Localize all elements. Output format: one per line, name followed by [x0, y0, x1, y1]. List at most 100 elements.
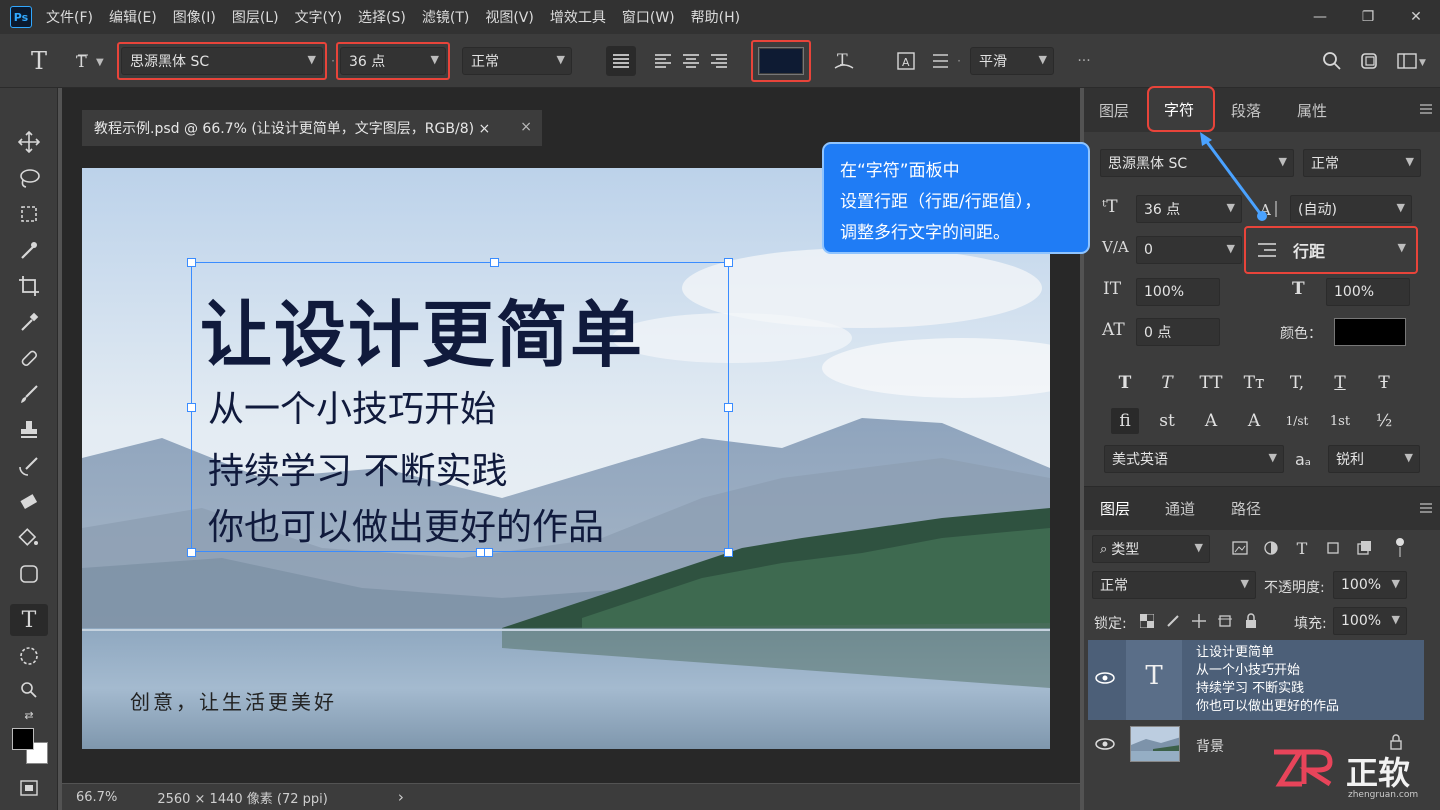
all-caps-button[interactable]: TT [1197, 370, 1225, 396]
text-orientation-icon[interactable]: T ▼ [72, 48, 112, 74]
lock-image-icon[interactable] [1164, 611, 1182, 631]
opacity-field[interactable]: 100% ▼ [1333, 571, 1407, 599]
underline-button[interactable]: T [1326, 370, 1354, 396]
more-options-icon[interactable]: ··· [1070, 46, 1098, 76]
background-layer-name[interactable]: 背景 [1196, 736, 1224, 756]
char-kerning[interactable]: 0 ▼ [1136, 236, 1242, 264]
resize-handle[interactable] [724, 548, 733, 557]
resize-handle[interactable] [187, 403, 196, 412]
tab-layers[interactable]: 图层 [1099, 100, 1129, 121]
font-style-dropdown[interactable]: 正常 ▼ [462, 47, 572, 75]
filter-toggle-icon[interactable] [1392, 536, 1408, 560]
move-tool-icon[interactable] [10, 126, 48, 158]
resize-handle[interactable] [484, 548, 493, 557]
eraser-tool-icon[interactable] [10, 486, 48, 518]
quick-select-tool-icon[interactable] [10, 234, 48, 266]
filter-smart-object-icon[interactable] [1354, 538, 1374, 558]
filter-type-icon[interactable]: T [1292, 538, 1312, 558]
resize-handle[interactable] [187, 258, 196, 267]
menu-help[interactable]: 帮助(H) [691, 7, 740, 27]
foreground-color-swatch[interactable] [12, 728, 34, 750]
char-horizontal-scale[interactable]: 100% [1326, 278, 1410, 306]
fill-field[interactable]: 100% ▼ [1333, 607, 1407, 635]
document-tab[interactable]: 教程示例.psd @ 66.7% (让设计更简单，文字图层，RGB/8) × × [82, 110, 542, 146]
char-baseline-shift[interactable]: 0 点 [1136, 318, 1220, 346]
type-tool-icon[interactable]: T [10, 604, 48, 636]
tab-layers-panel[interactable]: 图层 [1100, 498, 1130, 519]
minimize-button[interactable]: — [1296, 0, 1344, 34]
object-select-tool-icon[interactable] [10, 198, 48, 230]
zoom-tool-icon[interactable] [10, 674, 48, 706]
char-leading[interactable]: (自动) ▼ [1290, 195, 1412, 223]
layer-filter-dropdown[interactable]: ⌕ 类型 ▼ [1092, 535, 1210, 563]
menu-plugins[interactable]: 增效工具 [550, 7, 606, 27]
layers-panel-menu-icon[interactable] [1418, 499, 1434, 517]
menu-select[interactable]: 选择(S) [358, 7, 406, 27]
menu-edit[interactable]: 编辑(E) [109, 7, 157, 27]
swash-button[interactable]: A [1240, 408, 1268, 434]
align-center-icon[interactable] [678, 46, 704, 76]
resize-handle[interactable] [490, 258, 499, 267]
text-layer-name[interactable]: 让设计更简单 从一个小技巧开始 持续学习 不断实践 你也可以做出更好的作品 [1196, 644, 1339, 716]
resize-handle[interactable] [187, 548, 196, 557]
status-arrow-icon[interactable]: › [398, 788, 404, 806]
fractions-button[interactable]: ½ [1370, 408, 1398, 434]
filter-pixel-icon[interactable] [1230, 538, 1250, 558]
language-dropdown[interactable]: 美式英语 ▼ [1104, 445, 1284, 473]
char-antialias-dropdown[interactable]: 锐利 ▼ [1328, 445, 1420, 473]
panel-menu-icon[interactable] [1418, 100, 1434, 118]
menu-image[interactable]: 图像(I) [173, 7, 216, 27]
strikethrough-button[interactable]: Ŧ [1370, 370, 1398, 396]
paragraph-panel-toggle-icon[interactable] [926, 46, 954, 76]
healing-brush-tool-icon[interactable] [10, 342, 48, 374]
clone-stamp-tool-icon[interactable] [10, 414, 48, 446]
workspace-icon[interactable]: ▼ [1394, 46, 1428, 76]
resize-handle[interactable] [724, 403, 733, 412]
menu-view[interactable]: 视图(V) [485, 7, 534, 27]
resize-handle[interactable] [724, 258, 733, 267]
ordinals-button[interactable]: 1st [1326, 408, 1354, 434]
character-panel-toggle-icon[interactable]: A [892, 46, 920, 76]
path-select-tool-icon[interactable] [10, 640, 48, 672]
filter-shape-icon[interactable] [1323, 538, 1343, 558]
align-left-icon[interactable] [606, 46, 636, 76]
standard-ligatures-button[interactable]: fi [1111, 408, 1139, 434]
faux-italic-button[interactable]: T [1153, 370, 1181, 396]
tab-channels[interactable]: 通道 [1165, 498, 1195, 519]
menu-filter[interactable]: 滤镜(T) [422, 7, 469, 27]
tab-character[interactable]: 字符 [1164, 99, 1194, 120]
shape-tool-icon[interactable] [10, 558, 48, 590]
screen-mode-icon[interactable] [10, 774, 48, 802]
char-tracking[interactable]: 行距 ▼ [1286, 236, 1412, 264]
crop-tool-icon[interactable] [10, 270, 48, 302]
visibility-eye-icon[interactable] [1094, 668, 1116, 688]
lock-position-icon[interactable] [1190, 611, 1208, 631]
eyedropper-tool-icon[interactable] [10, 306, 48, 338]
close-tab-icon[interactable]: × [520, 119, 532, 135]
lock-transparency-icon[interactable] [1138, 611, 1156, 631]
tab-paths[interactable]: 路径 [1231, 498, 1261, 519]
text-bounding-box[interactable] [191, 262, 729, 552]
share-icon[interactable] [1356, 46, 1384, 76]
lock-all-icon[interactable] [1242, 611, 1260, 631]
tab-paragraph[interactable]: 段落 [1231, 100, 1261, 121]
zoom-level[interactable]: 66.7% [76, 790, 117, 805]
paint-bucket-tool-icon[interactable] [10, 522, 48, 554]
lock-artboard-icon[interactable] [1216, 611, 1234, 631]
small-caps-button[interactable]: Tт [1240, 370, 1268, 396]
stylistic-alternates-button[interactable]: 1/st [1283, 408, 1311, 434]
lasso-tool-icon[interactable] [10, 162, 48, 194]
brush-tool-icon[interactable] [10, 378, 48, 410]
restore-button[interactable]: ❐ [1344, 0, 1392, 34]
contextual-alternates-button[interactable]: A [1197, 408, 1225, 434]
filter-adjustment-icon[interactable] [1261, 538, 1281, 558]
discretionary-ligatures-button[interactable]: st [1153, 408, 1181, 434]
char-vertical-scale[interactable]: 100% [1136, 278, 1220, 306]
faux-bold-button[interactable]: T [1111, 370, 1139, 396]
subscript-button[interactable]: T, [1283, 370, 1311, 396]
warp-text-icon[interactable]: T [830, 46, 858, 76]
menu-layer[interactable]: 图层(L) [232, 7, 279, 27]
tab-properties[interactable]: 属性 [1297, 100, 1327, 121]
char-color-swatch[interactable] [1334, 318, 1406, 346]
menu-type[interactable]: 文字(Y) [295, 7, 342, 27]
